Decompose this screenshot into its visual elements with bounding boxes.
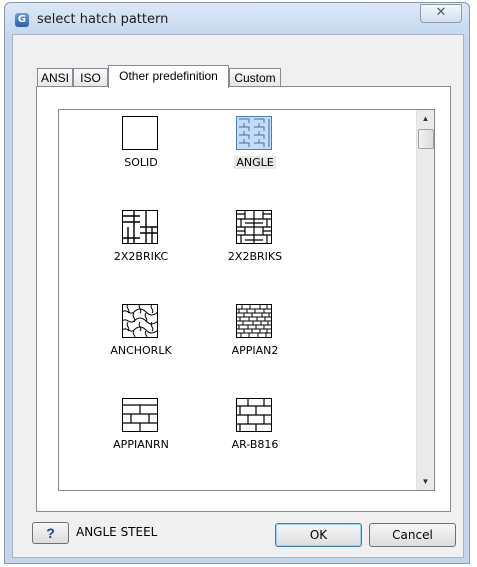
help-button[interactable]: ? xyxy=(32,522,69,544)
pattern-item-anchorlk[interactable]: ANCHORLK xyxy=(93,304,189,384)
scroll-up-arrow-icon[interactable]: ▲ xyxy=(417,110,434,127)
close-button[interactable]: ✕ xyxy=(420,4,462,23)
pattern-label: ANGLE xyxy=(234,156,276,169)
title-bar[interactable]: G select hatch pattern ✕ xyxy=(5,3,469,36)
ok-button[interactable]: OK xyxy=(275,523,362,547)
appian2-pattern-icon xyxy=(236,304,272,338)
pattern-list[interactable]: SOLID ANGLE 2X2BRIKC 2X2BRIKS ANCHORLK A… xyxy=(58,109,435,491)
vertical-scrollbar[interactable]: ▲ ▼ xyxy=(416,110,434,490)
pattern-item-ar-b816[interactable]: AR-B816 xyxy=(207,398,303,478)
tab-custom[interactable]: Custom xyxy=(229,68,281,87)
tab-ansi[interactable]: ANSI xyxy=(37,68,73,87)
appianrn-pattern-icon xyxy=(122,398,158,432)
2x2brikc-pattern-icon xyxy=(122,210,158,244)
solid-swatch-icon xyxy=(122,116,158,150)
window-title: select hatch pattern xyxy=(37,12,169,27)
pattern-label: 2X2BRIKS xyxy=(227,250,283,263)
2x2briks-pattern-icon xyxy=(236,210,272,244)
pattern-item-solid[interactable]: SOLID xyxy=(93,116,189,196)
app-icon: G xyxy=(15,13,29,27)
tab-iso[interactable]: ISO xyxy=(73,68,108,87)
pattern-label: 2X2BRIKC xyxy=(113,250,169,263)
ar-b816-pattern-icon xyxy=(236,398,272,432)
pattern-item-2x2briks[interactable]: 2X2BRIKS xyxy=(207,210,303,290)
tab-other-predefinition[interactable]: Other predefinition xyxy=(108,65,229,88)
tab-panel: SOLID ANGLE 2X2BRIKC 2X2BRIKS ANCHORLK A… xyxy=(36,86,451,512)
cancel-button[interactable]: Cancel xyxy=(369,523,456,547)
dialog-window: G select hatch pattern ✕ ANSI ISO Other … xyxy=(4,2,470,564)
pattern-label: APPIANRN xyxy=(113,438,169,451)
scroll-down-arrow-icon[interactable]: ▼ xyxy=(417,473,434,490)
pattern-label: ANCHORLK xyxy=(110,344,172,357)
dialog-body: ANSI ISO Other predefinition Custom SOLI… xyxy=(12,34,464,558)
pattern-label: AR-B816 xyxy=(231,438,279,451)
pattern-label: SOLID xyxy=(124,156,158,169)
anchorlk-pattern-icon xyxy=(122,304,158,338)
scroll-thumb[interactable] xyxy=(418,129,434,149)
pattern-item-appianrn[interactable]: APPIANRN xyxy=(93,398,189,478)
pattern-item-appian2[interactable]: APPIAN2 xyxy=(207,304,303,384)
pattern-label: APPIAN2 xyxy=(231,344,279,357)
pattern-item-angle[interactable]: ANGLE xyxy=(207,116,303,196)
angle-pattern-icon xyxy=(236,116,272,150)
selected-pattern-description: ANGLE STEEL xyxy=(76,525,158,539)
pattern-item-2x2brikc[interactable]: 2X2BRIKC xyxy=(93,210,189,290)
